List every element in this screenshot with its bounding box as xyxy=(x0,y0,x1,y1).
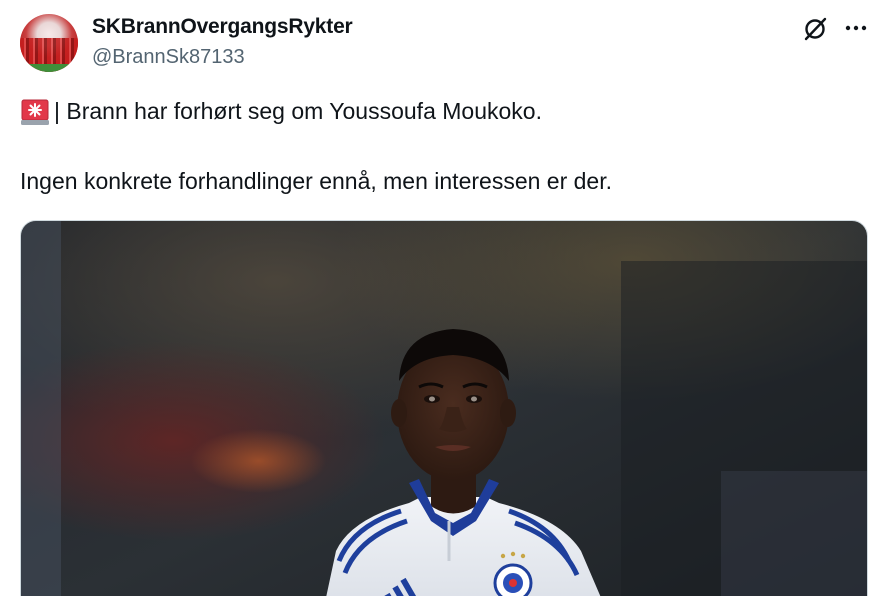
tweet-text-line-2-content: Ingen konkrete forhandlinger ennå, men i… xyxy=(20,168,612,194)
display-name[interactable]: SKBrannOvergangsRykter xyxy=(92,15,353,39)
tweet-text-line-2: Ingen konkrete forhandlinger ennå, men i… xyxy=(20,166,860,196)
police-car-light-emoji xyxy=(21,99,49,125)
more-horizontal-icon[interactable] xyxy=(844,18,868,38)
avatar-pitch xyxy=(20,64,78,72)
tweet-text: | Brann har forhørt seg om Youssoufa Mou… xyxy=(20,96,860,196)
tweet: SKBrannOvergangsRykter @BrannSk87133 | B… xyxy=(0,0,892,596)
football-player-photo xyxy=(21,221,867,596)
tweet-text-line-1: | Brann har forhørt seg om Youssoufa Mou… xyxy=(20,96,860,126)
grok-icon[interactable] xyxy=(802,16,828,42)
tweet-text-line-1-content: | Brann har forhørt seg om Youssoufa Mou… xyxy=(54,98,542,124)
user-handle[interactable]: @BrannSk87133 xyxy=(92,46,245,69)
tweet-media-photo[interactable] xyxy=(20,220,868,596)
avatar[interactable] xyxy=(20,14,78,72)
